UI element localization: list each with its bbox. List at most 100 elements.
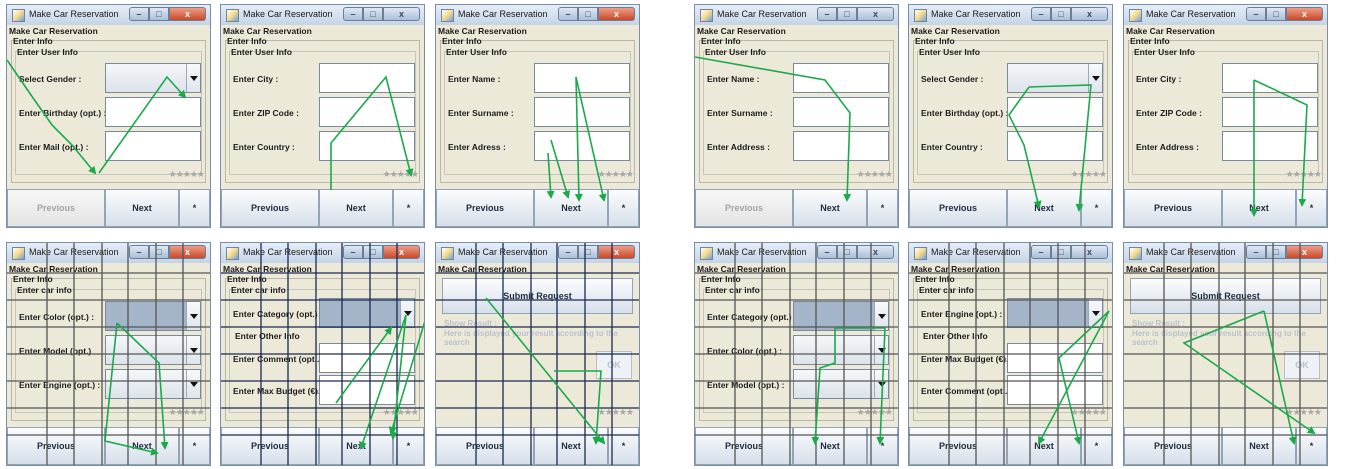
maximize-icon[interactable]: □ bbox=[1266, 245, 1286, 259]
close-icon[interactable]: x bbox=[857, 7, 894, 21]
maximize-icon[interactable]: □ bbox=[837, 7, 857, 21]
close-icon[interactable]: x bbox=[169, 245, 206, 259]
combo-box-color2[interactable] bbox=[793, 335, 889, 365]
close-icon[interactable]: x bbox=[1286, 245, 1323, 259]
text-field-zip[interactable] bbox=[1222, 97, 1318, 127]
close-icon[interactable]: x bbox=[383, 7, 420, 21]
submit-request-button[interactable]: Submit Request bbox=[1130, 278, 1321, 314]
next-button[interactable]: Next bbox=[534, 189, 608, 227]
close-icon[interactable]: x bbox=[598, 7, 635, 21]
title-bar[interactable]: Make Car Reservation – □ x bbox=[436, 5, 639, 25]
text-field-address[interactable] bbox=[1222, 131, 1318, 161]
star-button[interactable]: * bbox=[179, 189, 210, 227]
combo-box-color[interactable] bbox=[105, 301, 201, 331]
text-field-city[interactable] bbox=[319, 63, 415, 93]
combo-arrow-icon[interactable] bbox=[874, 336, 888, 364]
title-bar[interactable]: Make Car Reservation – □ x bbox=[909, 243, 1112, 263]
star-button[interactable]: * bbox=[1081, 427, 1112, 465]
text-field-budget[interactable] bbox=[1007, 343, 1103, 373]
text-field-surname[interactable] bbox=[534, 97, 630, 127]
combo-arrow-icon[interactable] bbox=[874, 370, 888, 398]
previous-button[interactable]: Previous bbox=[7, 427, 105, 465]
previous-button[interactable]: Previous bbox=[909, 189, 1007, 227]
star-button[interactable]: * bbox=[867, 189, 898, 227]
star-button[interactable]: * bbox=[1296, 189, 1327, 227]
maximize-icon[interactable]: □ bbox=[363, 7, 383, 21]
text-field-city[interactable] bbox=[1222, 63, 1318, 93]
close-icon[interactable]: x bbox=[857, 245, 894, 259]
text-field-birthday[interactable] bbox=[1007, 97, 1103, 127]
next-button[interactable]: Next bbox=[105, 189, 179, 227]
maximize-icon[interactable]: □ bbox=[149, 7, 169, 21]
star-button[interactable]: * bbox=[867, 427, 898, 465]
title-bar[interactable]: Make Car Reservation – □ x bbox=[695, 243, 898, 263]
minimize-icon[interactable]: – bbox=[817, 7, 837, 21]
minimize-icon[interactable]: – bbox=[129, 7, 149, 21]
title-bar[interactable]: Make Car Reservation – □ x bbox=[221, 243, 424, 263]
text-field-comment[interactable] bbox=[319, 343, 415, 373]
close-icon[interactable]: x bbox=[598, 245, 635, 259]
text-field-mail[interactable] bbox=[105, 131, 201, 161]
title-bar[interactable]: Make Car Reservation – □ x bbox=[1124, 5, 1327, 25]
text-field-birthday[interactable] bbox=[105, 97, 201, 127]
text-field-budget[interactable] bbox=[319, 375, 415, 405]
title-bar[interactable]: Make Car Reservation – □ x bbox=[909, 5, 1112, 25]
minimize-icon[interactable]: – bbox=[1031, 7, 1051, 21]
close-icon[interactable]: x bbox=[1071, 245, 1108, 259]
combo-box-category[interactable] bbox=[319, 298, 415, 328]
previous-button[interactable]: Previous bbox=[1124, 427, 1222, 465]
maximize-icon[interactable]: □ bbox=[1266, 7, 1286, 21]
combo-arrow-icon[interactable] bbox=[400, 299, 414, 327]
star-button[interactable]: * bbox=[393, 189, 424, 227]
text-field-adress[interactable] bbox=[534, 131, 630, 161]
star-button[interactable]: * bbox=[1296, 427, 1327, 465]
text-field-address[interactable] bbox=[793, 131, 889, 161]
next-button[interactable]: Next bbox=[1007, 189, 1081, 227]
combo-arrow-icon[interactable] bbox=[874, 302, 888, 330]
combo-arrow-icon[interactable] bbox=[186, 370, 200, 398]
next-button[interactable]: Next bbox=[319, 189, 393, 227]
previous-button[interactable]: Previous bbox=[695, 427, 793, 465]
title-bar[interactable]: Make Car Reservation – □ x bbox=[7, 243, 210, 263]
ok-button[interactable]: OK bbox=[596, 351, 632, 379]
submit-request-button[interactable]: Submit Request bbox=[442, 278, 633, 314]
star-button[interactable]: * bbox=[608, 189, 639, 227]
next-button[interactable]: Next bbox=[1222, 189, 1296, 227]
combo-arrow-icon[interactable] bbox=[186, 64, 200, 92]
text-field-country[interactable] bbox=[1007, 131, 1103, 161]
minimize-icon[interactable]: – bbox=[1246, 7, 1266, 21]
title-bar[interactable]: Make Car Reservation – □ x bbox=[7, 5, 210, 25]
combo-box-engine_colon[interactable] bbox=[105, 369, 201, 399]
combo-box-engine2[interactable] bbox=[1007, 298, 1103, 328]
title-bar[interactable]: Make Car Reservation – □ x bbox=[695, 5, 898, 25]
ok-button[interactable]: OK bbox=[1284, 351, 1320, 379]
minimize-icon[interactable]: – bbox=[558, 7, 578, 21]
maximize-icon[interactable]: □ bbox=[1051, 7, 1071, 21]
next-button[interactable]: Next bbox=[1222, 427, 1296, 465]
text-field-name[interactable] bbox=[793, 63, 889, 93]
next-button[interactable]: Next bbox=[793, 189, 867, 227]
previous-button[interactable]: Previous bbox=[1124, 189, 1222, 227]
star-button[interactable]: * bbox=[393, 427, 424, 465]
combo-box-category[interactable] bbox=[793, 301, 889, 331]
minimize-icon[interactable]: – bbox=[343, 245, 363, 259]
title-bar[interactable]: Make Car Reservation – □ x bbox=[221, 5, 424, 25]
next-button[interactable]: Next bbox=[534, 427, 608, 465]
combo-arrow-icon[interactable] bbox=[1088, 299, 1102, 327]
close-icon[interactable]: x bbox=[1071, 7, 1108, 21]
combo-arrow-icon[interactable] bbox=[186, 336, 200, 364]
combo-arrow-icon[interactable] bbox=[186, 302, 200, 330]
combo-box-model[interactable] bbox=[105, 335, 201, 365]
close-icon[interactable]: x bbox=[169, 7, 206, 21]
maximize-icon[interactable]: □ bbox=[149, 245, 169, 259]
minimize-icon[interactable]: – bbox=[817, 245, 837, 259]
next-button[interactable]: Next bbox=[1007, 427, 1081, 465]
next-button[interactable]: Next bbox=[793, 427, 867, 465]
maximize-icon[interactable]: □ bbox=[578, 245, 598, 259]
minimize-icon[interactable]: – bbox=[129, 245, 149, 259]
next-button[interactable]: Next bbox=[105, 427, 179, 465]
star-button[interactable]: * bbox=[1081, 189, 1112, 227]
star-button[interactable]: * bbox=[608, 427, 639, 465]
text-field-name[interactable] bbox=[534, 63, 630, 93]
text-field-comment[interactable] bbox=[1007, 375, 1103, 405]
